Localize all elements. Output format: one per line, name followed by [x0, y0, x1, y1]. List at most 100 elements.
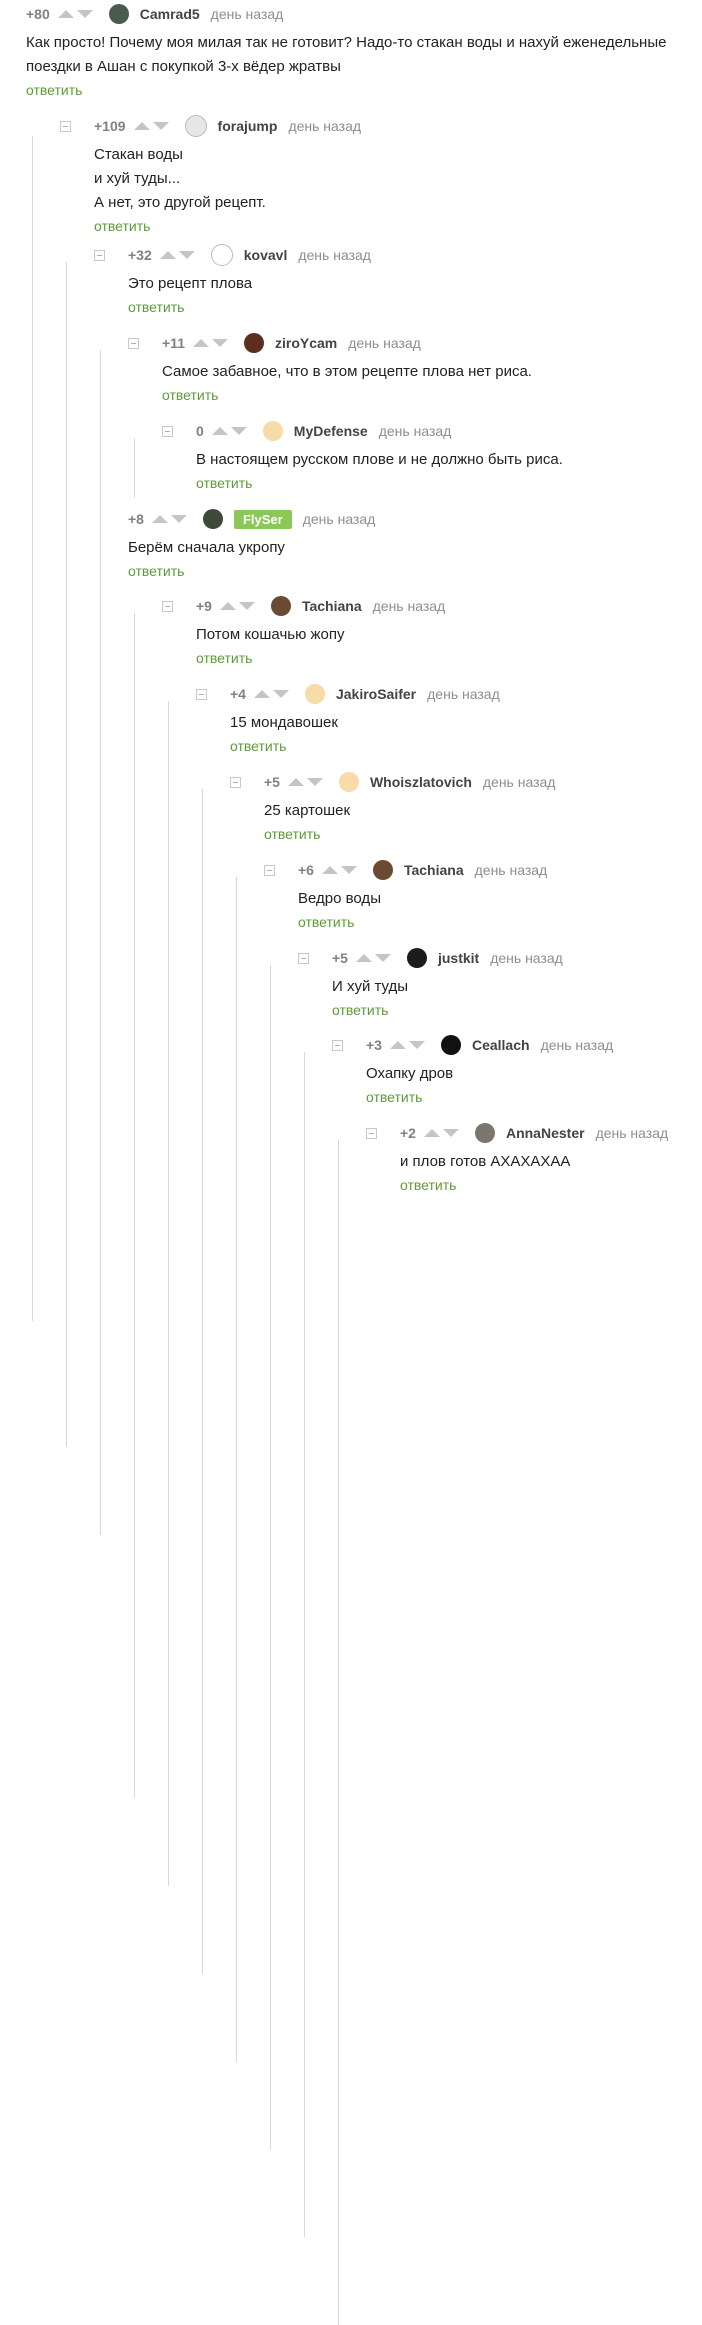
- username-link[interactable]: Ceallach: [472, 1037, 530, 1053]
- downvote-arrow-icon[interactable]: [152, 122, 169, 130]
- vote-controls: [159, 251, 195, 259]
- reply-link[interactable]: ответить: [162, 387, 218, 403]
- reply-link[interactable]: ответить: [196, 475, 252, 491]
- upvote-arrow-icon[interactable]: [253, 690, 270, 698]
- comment-date: день назад: [482, 774, 556, 790]
- username-link[interactable]: Whoiszlatovich: [370, 774, 472, 790]
- user-avatar[interactable]: [270, 596, 291, 616]
- downvote-arrow-icon[interactable]: [272, 690, 289, 698]
- collapse-toggle-button[interactable]: [230, 777, 241, 788]
- upvote-arrow-icon[interactable]: [321, 866, 338, 874]
- upvote-arrow-icon[interactable]: [355, 954, 372, 962]
- reply-link[interactable]: ответить: [230, 738, 286, 754]
- user-avatar[interactable]: [406, 948, 427, 968]
- username-link[interactable]: Camrad5: [140, 6, 200, 22]
- user-avatar[interactable]: [474, 1123, 495, 1143]
- username-link[interactable]: Tachiana: [302, 598, 362, 614]
- sketch-face-icon[interactable]: [210, 244, 233, 266]
- username-link[interactable]: forajump: [218, 118, 278, 134]
- vote-controls: [133, 122, 169, 130]
- upvote-arrow-icon[interactable]: [423, 1129, 440, 1137]
- reply-link[interactable]: ответить: [94, 218, 150, 234]
- vote-controls: [287, 778, 323, 786]
- vote-controls: [389, 1041, 425, 1049]
- reply-link[interactable]: ответить: [26, 82, 82, 98]
- downvote-arrow-icon[interactable]: [306, 778, 323, 786]
- user-avatar[interactable]: [440, 1035, 461, 1055]
- upvote-arrow-icon[interactable]: [57, 10, 74, 18]
- thread-line: [134, 438, 135, 498]
- comment-header: +2 AnnaNester день назад: [400, 1123, 668, 1143]
- collapse-toggle-button[interactable]: [196, 689, 207, 700]
- collapse-toggle-button[interactable]: [162, 426, 173, 437]
- collapse-toggle-button[interactable]: [128, 338, 139, 349]
- username-link[interactable]: Tachiana: [404, 862, 464, 878]
- upvote-arrow-icon[interactable]: [159, 251, 176, 259]
- user-avatar[interactable]: [108, 4, 129, 24]
- upvote-arrow-icon[interactable]: [219, 602, 236, 610]
- comment-text: Самое забавное, что в этом рецепте плова…: [162, 363, 532, 380]
- socket-icon[interactable]: [184, 115, 207, 137]
- downvote-arrow-icon[interactable]: [374, 954, 391, 962]
- comment-text: Ведро воды: [298, 890, 381, 907]
- downvote-arrow-icon[interactable]: [340, 866, 357, 874]
- user-avatar[interactable]: [243, 333, 264, 353]
- collapse-toggle-button[interactable]: [332, 1040, 343, 1051]
- reply-link[interactable]: ответить: [366, 1089, 422, 1105]
- reply-link[interactable]: ответить: [332, 1002, 388, 1018]
- reply-link[interactable]: ответить: [400, 1177, 456, 1193]
- downvote-arrow-icon[interactable]: [238, 602, 255, 610]
- upvote-arrow-icon[interactable]: [389, 1041, 406, 1049]
- user-avatar[interactable]: [372, 860, 393, 880]
- username-link[interactable]: JakiroSaifer: [336, 686, 416, 702]
- username-link[interactable]: AnnaNester: [506, 1125, 585, 1141]
- comment-header: 0 MyDefense день назад: [196, 421, 451, 441]
- reply-link[interactable]: ответить: [298, 914, 354, 930]
- comment-text: И хуй туды: [332, 978, 409, 995]
- comment-date: день назад: [474, 862, 548, 878]
- reply-link[interactable]: ответить: [128, 563, 184, 579]
- downvote-arrow-icon[interactable]: [178, 251, 195, 259]
- upvote-arrow-icon[interactable]: [133, 122, 150, 130]
- username-link[interactable]: ziroYcam: [275, 335, 337, 351]
- collapse-toggle-button[interactable]: [366, 1128, 377, 1139]
- collapse-toggle-button[interactable]: [60, 121, 71, 132]
- thread-line: [304, 1052, 305, 2237]
- comment-header: +5 justkit день назад: [332, 948, 563, 968]
- comment-header: +11 ziroYcam день назад: [162, 333, 421, 353]
- comment-rating: +5: [332, 950, 348, 966]
- default-avatar-icon[interactable]: [304, 684, 325, 704]
- collapse-toggle-button[interactable]: [298, 953, 309, 964]
- username-link[interactable]: FlySer: [233, 509, 292, 529]
- comment-date: день назад: [348, 335, 421, 351]
- upvote-arrow-icon[interactable]: [287, 778, 304, 786]
- default-avatar-icon[interactable]: [338, 772, 359, 792]
- username-link[interactable]: kovavl: [244, 247, 288, 263]
- thread-line: [100, 350, 101, 1535]
- reply-link[interactable]: ответить: [196, 650, 252, 666]
- vote-controls: [253, 690, 289, 698]
- downvote-arrow-icon[interactable]: [76, 10, 93, 18]
- user-avatar[interactable]: [202, 509, 223, 529]
- downvote-arrow-icon[interactable]: [170, 515, 187, 523]
- comment-header: +3 Ceallach день назад: [366, 1035, 613, 1055]
- collapse-toggle-button[interactable]: [94, 250, 105, 261]
- downvote-arrow-icon[interactable]: [442, 1129, 459, 1137]
- upvote-arrow-icon[interactable]: [151, 515, 168, 523]
- reply-link[interactable]: ответить: [128, 299, 184, 315]
- downvote-arrow-icon[interactable]: [211, 339, 228, 347]
- downvote-arrow-icon[interactable]: [230, 427, 247, 435]
- username-link[interactable]: MyDefense: [294, 423, 368, 439]
- vote-controls: [219, 602, 255, 610]
- comment-header: +109 forajump день назад: [94, 115, 361, 137]
- comment-rating: +109: [94, 118, 126, 134]
- upvote-arrow-icon[interactable]: [211, 427, 228, 435]
- username-link[interactable]: justkit: [438, 950, 479, 966]
- comment-text: Стакан воды и хуй туды... А нет, это дру…: [94, 146, 266, 211]
- collapse-toggle-button[interactable]: [162, 601, 173, 612]
- downvote-arrow-icon[interactable]: [408, 1041, 425, 1049]
- collapse-toggle-button[interactable]: [264, 865, 275, 876]
- reply-link[interactable]: ответить: [264, 826, 320, 842]
- default-avatar-icon[interactable]: [262, 421, 283, 441]
- upvote-arrow-icon[interactable]: [192, 339, 209, 347]
